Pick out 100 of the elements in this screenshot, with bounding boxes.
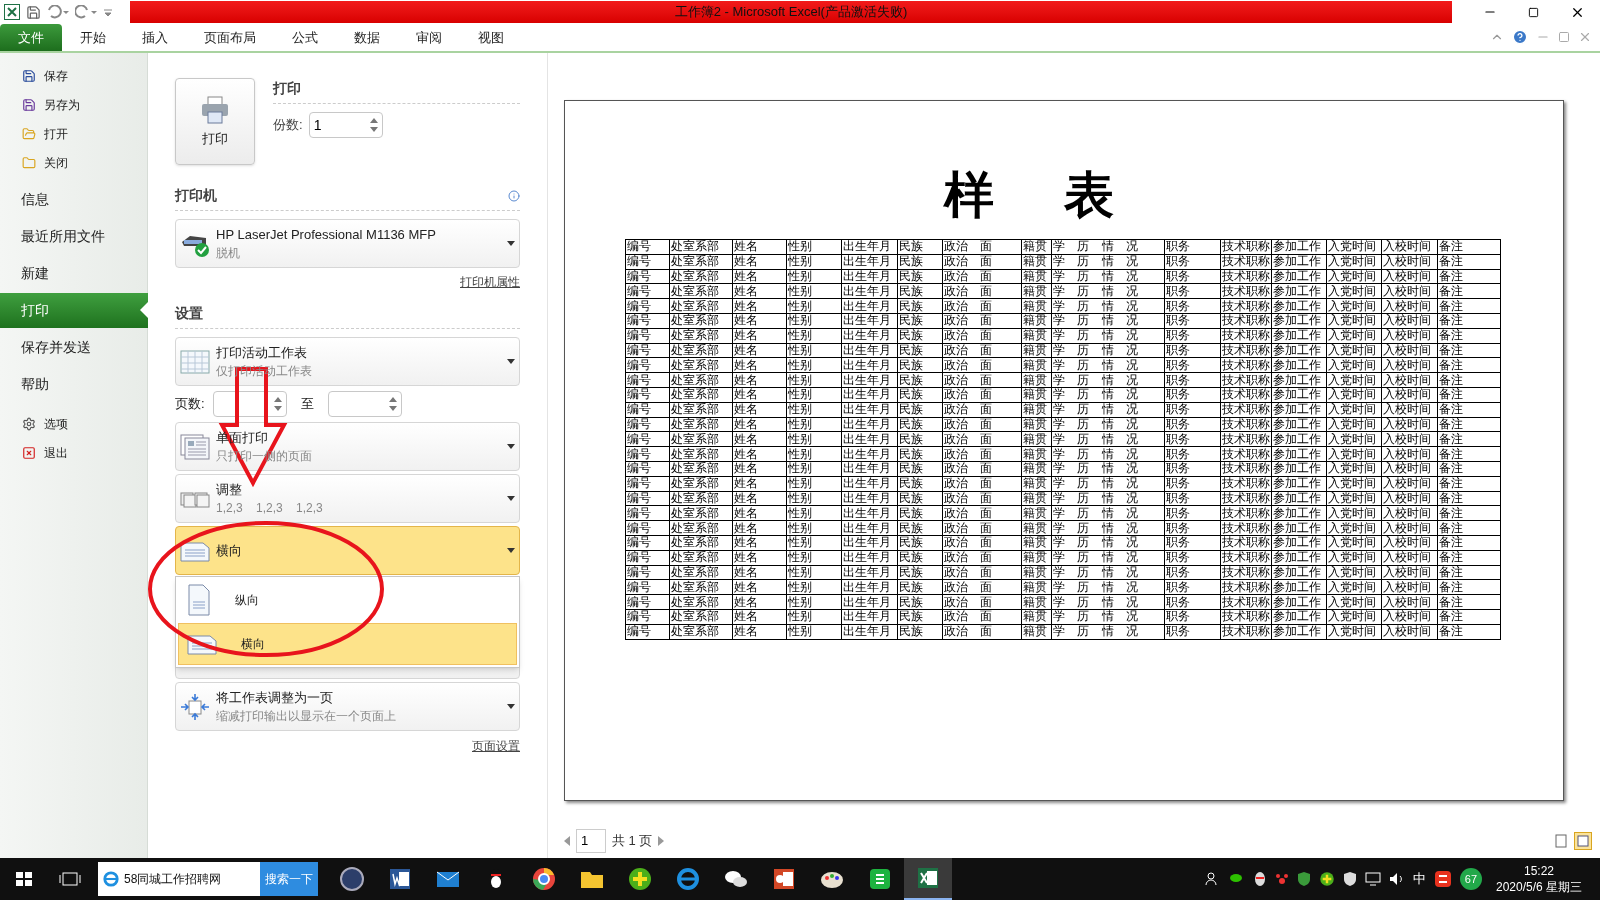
table-cell: 备注 <box>1437 550 1501 566</box>
table-cell: 参加工作 <box>1271 446 1327 462</box>
table-cell: 出生年月 <box>841 565 898 580</box>
ribbon-tab[interactable]: 文件 <box>0 24 62 51</box>
redo-icon[interactable] <box>75 5 97 19</box>
setting-dropdown[interactable]: 将工作表调整为一页 缩减打印输出以显示在一个页面上 <box>175 682 520 731</box>
spreadsheet-app-icon[interactable] <box>915 865 941 891</box>
search-field[interactable]: 58同城工作招聘网 <box>98 862 260 896</box>
table-cell: 籍贯 <box>1021 239 1052 255</box>
presentation-app-icon[interactable] <box>771 866 797 892</box>
table-cell: 技术职称 <box>1220 431 1272 447</box>
table-cell: 处室系部 <box>669 624 733 639</box>
paw-icon[interactable] <box>1274 872 1289 886</box>
next-page-icon[interactable] <box>658 836 665 846</box>
help-icon[interactable] <box>1512 29 1528 45</box>
backstage-tab[interactable]: 打印 <box>0 293 148 328</box>
restore-icon[interactable] <box>1528 6 1539 18</box>
globe-e-icon[interactable] <box>675 866 701 892</box>
page-setup-link[interactable]: 页面设置 <box>472 737 520 755</box>
printer-dropdown[interactable]: HP LaserJet Professional M1136 MFP 脱机 <box>175 219 520 268</box>
spinner-icon[interactable] <box>273 396 282 412</box>
table-cell: 学 历 情 况 <box>1051 387 1165 403</box>
table-cell: 姓名 <box>732 269 787 284</box>
setting-dropdown[interactable]: 调整 1,2,3 1,2,3 1,2,3 <box>175 474 520 523</box>
input-method[interactable]: 中 <box>1412 869 1426 889</box>
spinner-icon[interactable] <box>369 117 378 133</box>
previous-page-icon[interactable] <box>564 836 570 846</box>
clock-date[interactable]: 2020/5/6 星期三 <box>1495 879 1582 895</box>
table-cell: 职务 <box>1164 328 1221 344</box>
backstage-tab[interactable]: 新建 <box>0 256 147 291</box>
table-cell: 编号 <box>625 594 670 610</box>
app-icon[interactable] <box>339 866 365 892</box>
app-icon[interactable] <box>867 866 893 892</box>
table-cell: 编号 <box>625 446 670 462</box>
table-cell: 姓名 <box>732 357 787 373</box>
speaker-icon[interactable] <box>1388 872 1405 886</box>
backstage-tab[interactable]: 信息 <box>0 182 147 217</box>
copies-field[interactable]: 1 <box>308 112 383 138</box>
document-app-icon[interactable] <box>387 866 413 892</box>
table-cell: 性别 <box>786 328 842 344</box>
backstage-command[interactable]: 选项 <box>0 409 147 438</box>
backstage-command[interactable]: 保存 <box>0 61 147 90</box>
table-cell: 政治 面 <box>942 313 1022 329</box>
table-cell: 民族 <box>897 520 943 536</box>
table-cell: 民族 <box>897 417 943 432</box>
ribbon-tab[interactable]: 公式 <box>274 24 336 51</box>
penguin-icon[interactable] <box>1252 871 1267 887</box>
spreadsheet-app-icon[interactable] <box>4 4 20 20</box>
printer-properties-link[interactable]: 打印机属性 <box>460 273 520 291</box>
setting-dropdown[interactable]: 横向 <box>175 526 520 575</box>
current-page-field[interactable]: 1 <box>576 829 606 853</box>
plus-icon[interactable] <box>1318 871 1335 887</box>
backstage-command[interactable]: 关闭 <box>0 148 147 177</box>
app-icon[interactable] <box>1433 870 1452 888</box>
table-cell: 入党时间 <box>1326 476 1382 492</box>
backstage-command[interactable]: 打开 <box>0 119 147 148</box>
menu-item[interactable]: 横向 <box>178 623 517 665</box>
ribbon-tab[interactable]: 审阅 <box>398 24 460 51</box>
backstage-command[interactable]: 另存为 <box>0 90 147 119</box>
table-cell: 出生年月 <box>841 505 898 521</box>
search-button[interactable]: 搜索一下 <box>260 862 318 896</box>
spinner-icon[interactable] <box>388 396 397 412</box>
table-cell: 姓名 <box>732 343 787 358</box>
table-cell: 性别 <box>786 239 842 255</box>
ribbon-tab[interactable]: 开始 <box>62 24 124 51</box>
table-cell: 技术职称 <box>1220 565 1272 580</box>
table-cell: 出生年月 <box>841 387 898 403</box>
ribbon-tab[interactable]: 插入 <box>124 24 186 51</box>
table-cell: 学 历 情 况 <box>1051 431 1165 447</box>
table-cell: 出生年月 <box>841 461 898 477</box>
browser-icon[interactable] <box>531 866 557 892</box>
backstage-tab[interactable]: 帮助 <box>0 367 147 402</box>
table-cell: 处室系部 <box>669 550 733 566</box>
ribbon-tab[interactable]: 页面布局 <box>186 24 274 51</box>
backstage-tab[interactable]: 保存并发送 <box>0 330 147 365</box>
zoom-page-icon[interactable] <box>1574 832 1592 850</box>
ribbon-tab[interactable]: 视图 <box>460 24 522 51</box>
table-cell: 政治 面 <box>942 550 1022 566</box>
taskbar-button[interactable] <box>904 858 952 900</box>
plus-icon[interactable] <box>627 866 653 892</box>
table-cell: 备注 <box>1437 313 1501 329</box>
ribbon-tab[interactable]: 数据 <box>336 24 398 51</box>
table-cell: 姓名 <box>732 594 787 610</box>
backstage-tab[interactable]: 最近所用文件 <box>0 219 147 254</box>
table-cell: 参加工作 <box>1271 417 1327 432</box>
table-cell: 籍贯 <box>1021 461 1052 477</box>
table-cell: 政治 面 <box>942 565 1022 580</box>
backstage-command[interactable]: 退出 <box>0 438 147 467</box>
undo-icon[interactable] <box>47 5 69 19</box>
clock-time[interactable]: 15:22 <box>1523 863 1554 879</box>
table-cell: 性别 <box>786 387 842 403</box>
save-icon[interactable] <box>26 4 41 20</box>
page-to-field[interactable] <box>327 391 402 417</box>
table-cell: 出生年月 <box>841 491 898 506</box>
table-cell: 技术职称 <box>1220 476 1272 492</box>
shield-icon[interactable] <box>1342 871 1357 887</box>
print-button[interactable]: 打印 <box>175 78 255 165</box>
menu-item[interactable]: 纵向 <box>178 579 517 621</box>
table-cell: 职务 <box>1164 579 1221 595</box>
network-icon[interactable] <box>1364 872 1381 886</box>
